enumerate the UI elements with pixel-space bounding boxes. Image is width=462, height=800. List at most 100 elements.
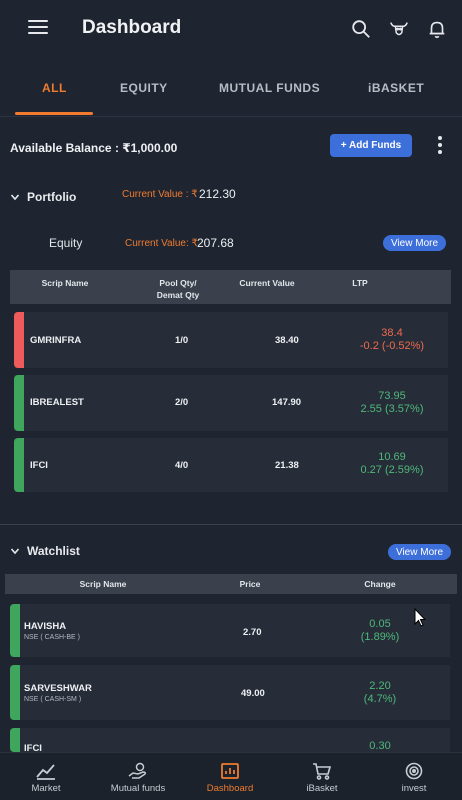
bottom-navigation: Market Mutual funds Dashboard iBasket in…	[0, 752, 462, 800]
current-value: 38.40	[275, 335, 299, 346]
qty: 2/0	[175, 397, 189, 408]
hand-money-icon	[128, 762, 146, 779]
watchlist-title: Watchlist	[27, 544, 80, 558]
change-percent: (4.7%)	[363, 693, 397, 705]
price: 49.00	[241, 688, 265, 699]
qty: 4/0	[175, 460, 189, 471]
column-header: Pool Qty/ Demat Qty	[156, 278, 200, 300]
ltp-change: 0.27 (2.59%)	[360, 464, 424, 476]
trend-indicator	[10, 604, 20, 657]
tab-mutual-funds[interactable]: MUTUAL FUNDS	[219, 81, 320, 95]
trend-indicator	[14, 375, 24, 431]
ltp-change: -0.2 (-0.52%)	[359, 340, 425, 352]
list-item[interactable]: SARVESHWAR NSE ( CASH-SM ) 49.00 2.20 (4…	[10, 665, 450, 720]
column-header: Scrip Name	[41, 278, 89, 288]
column-header: Scrip Name	[79, 579, 127, 589]
nav-mutual-funds[interactable]: Mutual funds	[92, 753, 184, 800]
ltp-price: 73.95	[378, 390, 406, 402]
watchlist-view-more-button[interactable]: View More	[388, 544, 451, 560]
price: 2.70	[243, 627, 262, 638]
current-value: 147.90	[272, 397, 302, 408]
ltp-price: 38.4	[381, 327, 403, 339]
ltp-change: 2.55 (3.57%)	[360, 403, 424, 415]
watchlist-table-header: Scrip Name Price Change	[5, 574, 457, 594]
equity-current-value: 207.68	[197, 236, 234, 250]
column-header: Change	[364, 579, 396, 589]
list-item[interactable]: IFCI 0.30	[10, 728, 450, 752]
scrip-name: SARVESHWAR	[24, 683, 92, 694]
bell-icon[interactable]	[426, 18, 448, 40]
watchlist-section-toggle[interactable]: Watchlist	[10, 544, 80, 558]
portfolio-section-toggle[interactable]: Portfolio	[10, 190, 76, 204]
scrip-name: IFCI	[24, 743, 42, 752]
trend-indicator	[14, 312, 24, 368]
bull-icon[interactable]	[388, 18, 410, 40]
trend-indicator	[10, 665, 20, 720]
tab-all[interactable]: ALL	[42, 81, 67, 95]
table-row[interactable]: IBREALEST 2/0 147.90 73.95 2.55 (3.57%)	[14, 375, 448, 431]
ltp: 73.95 2.55 (3.57%)	[344, 390, 440, 416]
nav-ibasket[interactable]: iBasket	[276, 753, 368, 800]
trend-indicator	[14, 438, 24, 492]
scrip-name: IFCI	[30, 460, 48, 471]
scrip-name: HAVISHA	[24, 621, 67, 632]
portfolio-title: Portfolio	[27, 190, 77, 204]
exchange: NSE ( CASH-BE )	[24, 634, 81, 641]
chevron-down-icon	[10, 194, 20, 201]
tab-equity[interactable]: EQUITY	[120, 81, 168, 95]
list-item[interactable]: HAVISHA NSE ( CASH-BE ) 2.70 0.05 (1.89%…	[10, 604, 450, 657]
change-value: 0.30	[369, 740, 391, 752]
column-header: LTP	[352, 278, 368, 288]
portfolio-current-value-label: Current Value : ₹	[122, 189, 198, 200]
chevron-down-icon	[10, 548, 20, 555]
bar-chart-icon	[221, 763, 239, 779]
portfolio-current-value: 212.30	[199, 187, 236, 201]
nav-market[interactable]: Market	[0, 753, 92, 800]
change-value: 0.05	[369, 618, 391, 630]
change: 0.30	[340, 740, 420, 752]
target-icon	[405, 762, 423, 780]
ltp: 38.4 -0.2 (-0.52%)	[344, 327, 440, 353]
scrip-name: GMRINFRA	[30, 335, 82, 346]
top-app-bar: Dashboard	[0, 0, 462, 58]
nav-label: Mutual funds	[110, 783, 166, 794]
active-tab-indicator	[15, 112, 93, 115]
trend-indicator	[10, 728, 20, 752]
nav-dashboard[interactable]: Dashboard	[184, 753, 276, 800]
ltp: 10.69 0.27 (2.59%)	[344, 451, 440, 477]
equity-view-more-button[interactable]: View More	[383, 235, 446, 251]
change-value: 2.20	[369, 680, 391, 692]
mouse-cursor-icon	[414, 608, 426, 627]
table-row[interactable]: GMRINFRA 1/0 38.40 38.4 -0.2 (-0.52%)	[14, 312, 448, 368]
cart-icon	[313, 763, 332, 780]
tabs-divider	[0, 116, 462, 117]
current-value: 21.38	[275, 460, 299, 471]
equity-current-value-label: Current Value: ₹	[125, 238, 198, 249]
section-divider	[0, 524, 462, 525]
change: 2.20 (4.7%)	[340, 680, 420, 706]
qty: 1/0	[175, 335, 189, 346]
nav-label: Market	[31, 783, 61, 794]
scrip-name: IBREALEST	[30, 397, 84, 408]
hamburger-menu-icon[interactable]	[28, 20, 48, 38]
equity-label: Equity	[49, 236, 83, 250]
portfolio-table-header: Scrip Name Pool Qty/ Demat Qty Current V…	[10, 270, 451, 304]
chart-line-icon	[36, 764, 55, 780]
column-header: Price	[239, 579, 261, 589]
nav-invest[interactable]: invest	[368, 753, 460, 800]
page-title: Dashboard	[82, 17, 182, 38]
change-percent: (1.89%)	[360, 631, 400, 643]
nav-label: invest	[401, 783, 427, 794]
category-tabs: ALL EQUITY MUTUAL FUNDS iBASKET	[0, 66, 462, 116]
more-options-icon[interactable]	[436, 136, 444, 154]
change: 0.05 (1.89%)	[340, 618, 420, 644]
tab-ibasket[interactable]: iBASKET	[368, 81, 424, 95]
available-balance: Available Balance : ₹1,000.00	[10, 141, 178, 155]
table-row[interactable]: IFCI 4/0 21.38 10.69 0.27 (2.59%)	[14, 438, 448, 492]
nav-label: iBasket	[306, 783, 338, 794]
search-icon[interactable]	[350, 18, 372, 40]
add-funds-button[interactable]: + Add Funds	[330, 134, 412, 157]
ltp-price: 10.69	[378, 451, 406, 463]
column-header: Current Value	[239, 278, 295, 288]
exchange: NSE ( CASH-SM )	[24, 696, 82, 703]
